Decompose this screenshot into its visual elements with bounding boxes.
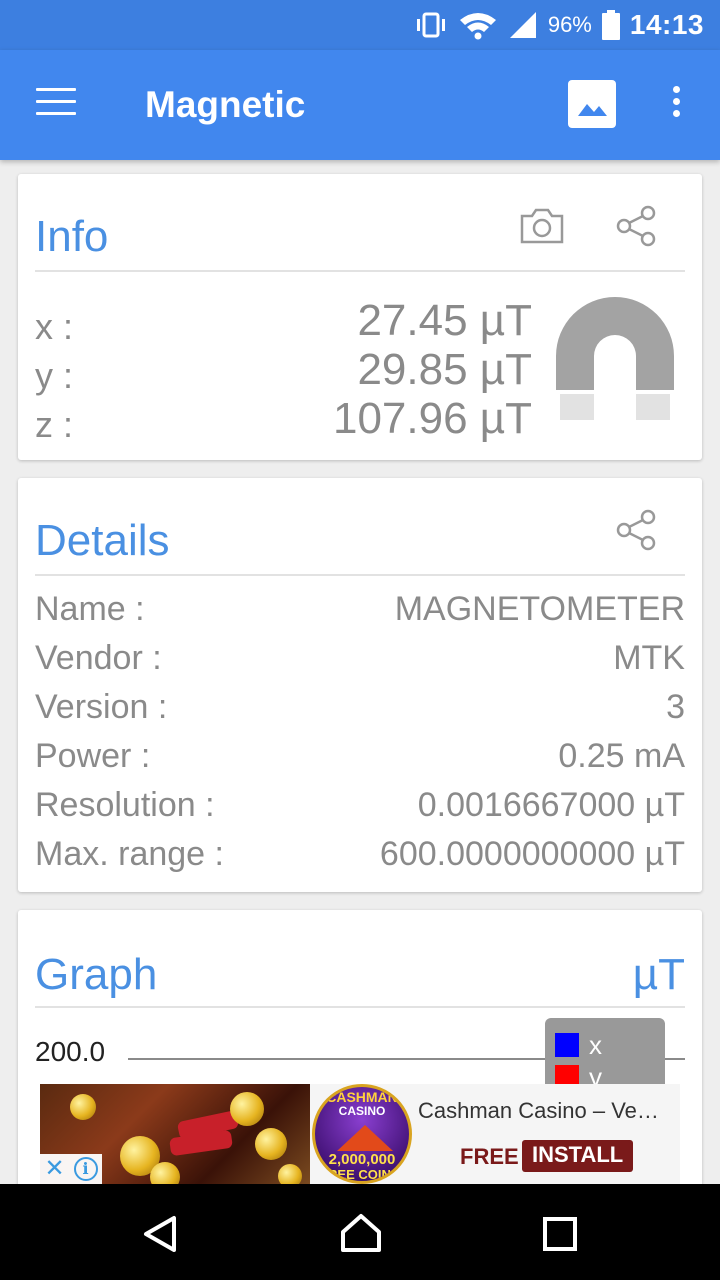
- ad-install-button[interactable]: INSTALL: [522, 1140, 634, 1172]
- home-icon[interactable]: [339, 1212, 383, 1254]
- graph-title: Graph: [35, 950, 158, 999]
- detail-row-vendor: Vendor : MTK: [35, 639, 685, 685]
- ad-info-icon[interactable]: i: [73, 1157, 98, 1181]
- graph-unit: µT: [632, 950, 685, 999]
- detail-row-name: Name : MAGNETOMETER: [35, 590, 685, 636]
- ad-logo[interactable]: CASHMAN CASINO 2,000,000 FREE COINS!: [312, 1084, 412, 1184]
- axis-value-x: 27.45 µT: [357, 296, 532, 345]
- camera-icon[interactable]: [518, 206, 566, 246]
- more-vert-icon[interactable]: [668, 86, 684, 122]
- signal-icon: [508, 10, 538, 40]
- detail-value: MAGNETOMETER: [394, 590, 685, 628]
- detail-label: Version :: [35, 688, 168, 726]
- detail-row-version: Version : 3: [35, 688, 685, 734]
- legend-label-x: x: [589, 1030, 602, 1060]
- app-bar: Magnetic: [0, 50, 720, 160]
- axis-value-y: 29.85 µT: [357, 345, 532, 394]
- navigation-bar: [0, 1184, 720, 1280]
- magnet-icon: [554, 294, 676, 429]
- back-icon[interactable]: [140, 1214, 180, 1254]
- ad-choices[interactable]: ✕ i: [40, 1154, 102, 1184]
- ad-logo-line3: 2,000,000: [328, 1151, 396, 1168]
- menu-icon[interactable]: [36, 88, 76, 120]
- vibrate-icon: [414, 11, 448, 39]
- status-bar: 96% 14:13: [0, 0, 720, 50]
- detail-value: MTK: [613, 639, 685, 677]
- detail-value: 600.0000000000 µT: [379, 835, 685, 873]
- details-card: Details Name : MAGNETOMETER Vendor : MTK…: [18, 478, 702, 892]
- detail-value: 3: [666, 688, 685, 726]
- app-title: Magnetic: [145, 84, 306, 125]
- legend-item-x: x: [555, 1030, 602, 1061]
- ad-logo-line2: CASINO: [338, 1104, 386, 1118]
- detail-label: Power :: [35, 737, 151, 775]
- detail-value: 0.0016667000 µT: [417, 786, 685, 824]
- ad-free-label: FREE: [460, 1144, 519, 1169]
- info-divider: [35, 270, 685, 272]
- legend-swatch-x: [555, 1033, 579, 1057]
- ad-logo-line4: FREE COINS!: [320, 1167, 404, 1182]
- graph-divider: [35, 1006, 685, 1008]
- detail-row-power: Power : 0.25 mA: [35, 737, 685, 783]
- ad-banner[interactable]: CASHMAN CASINO 2,000,000 FREE COINS! Cas…: [40, 1084, 680, 1184]
- share-icon[interactable]: [614, 204, 658, 248]
- detail-row-max-range: Max. range : 600.0000000000 µT: [35, 835, 685, 881]
- details-title: Details: [35, 516, 170, 565]
- ad-close-icon[interactable]: ✕: [44, 1157, 64, 1181]
- clock: 14:13: [629, 9, 704, 40]
- axis-label-x: x :: [35, 306, 74, 347]
- detail-row-resolution: Resolution : 0.0016667000 µT: [35, 786, 685, 832]
- axis-label-y: y :: [35, 355, 74, 396]
- detail-value: 0.25 mA: [558, 737, 685, 775]
- detail-label: Name :: [35, 590, 145, 628]
- wifi-icon: [458, 10, 498, 40]
- ad-logo-line1: CASHMAN: [326, 1089, 398, 1105]
- details-divider: [35, 574, 685, 576]
- detail-label: Max. range :: [35, 835, 224, 873]
- info-card: Info x : y : z : 27.45 µT 29.85 µT 107.9…: [18, 174, 702, 460]
- y-tick-label: 200.0: [35, 1036, 106, 1067]
- recents-icon[interactable]: [542, 1216, 578, 1252]
- detail-label: Vendor :: [35, 639, 162, 677]
- axis-label-z: z :: [35, 404, 74, 445]
- image-icon[interactable]: [568, 80, 616, 128]
- ad-title[interactable]: Cashman Casino – Ve…: [418, 1098, 673, 1124]
- battery-icon: [601, 10, 620, 40]
- axis-value-z: 107.96 µT: [332, 394, 532, 443]
- battery-percent: 96%: [547, 12, 592, 37]
- detail-label: Resolution :: [35, 786, 215, 824]
- info-title: Info: [35, 212, 109, 261]
- share-icon[interactable]: [614, 508, 658, 552]
